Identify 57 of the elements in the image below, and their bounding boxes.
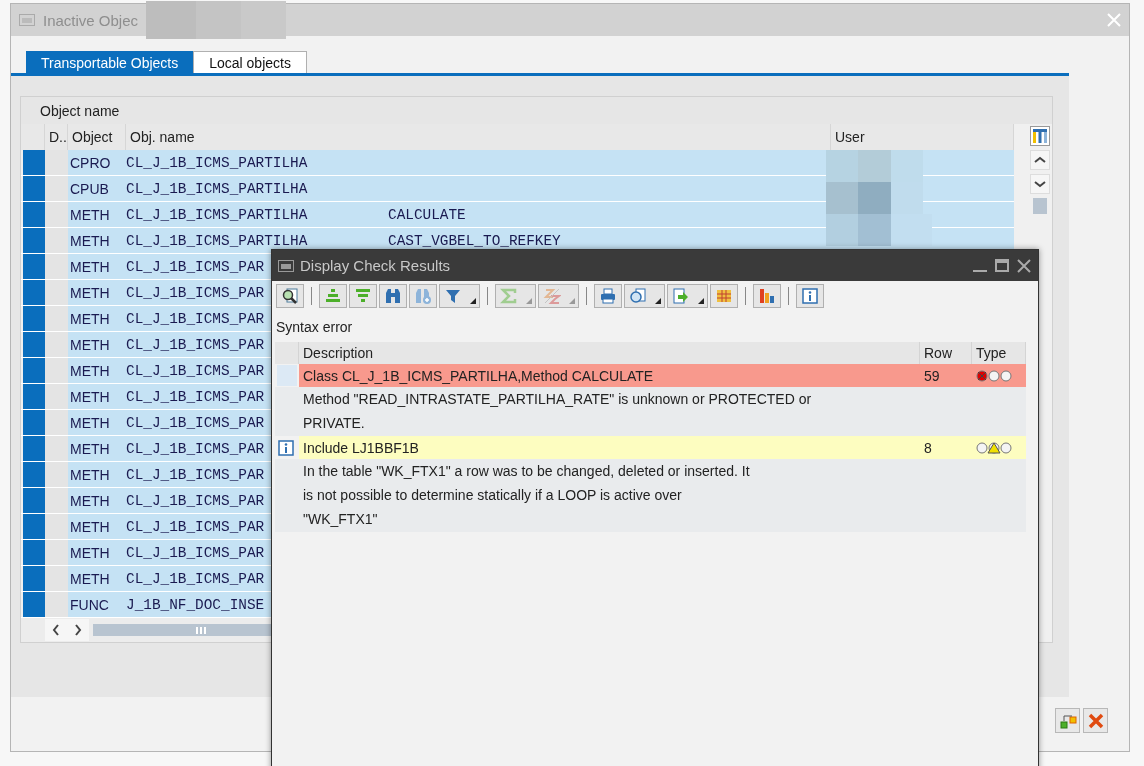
tab[interactable]: Transportable Objects bbox=[26, 51, 194, 73]
table-cell: CL_J_1B_ICMS_PAR bbox=[126, 544, 265, 561]
table-cell-text: METH bbox=[69, 362, 111, 379]
message-title: Include LJ1BBF1B bbox=[303, 439, 419, 456]
column-header[interactable]: Row bbox=[920, 342, 972, 364]
message-text: Method "READ_INTRASTATE_PARTILHA_RATE" is unknown or PROTECTED or PRIVATE. bbox=[302, 390, 812, 433]
table-cell-text: CL_J_1B_ICMS_PARTILHA bbox=[126, 206, 309, 223]
table-cell: 59 bbox=[924, 367, 940, 384]
column-header[interactable]: Object bbox=[68, 124, 126, 150]
table-cell: 8 bbox=[924, 439, 932, 456]
column-header[interactable]: D.. bbox=[45, 124, 68, 150]
table-cell: CL_J_1B_ICMS_PAR bbox=[126, 284, 265, 301]
table-cell: J_1B_NF_DOC_INSE bbox=[126, 596, 265, 613]
table-cell: CL_J_1B_ICMS_PAR bbox=[126, 466, 265, 483]
table-cell-text: METH bbox=[69, 570, 111, 587]
table-cell: CAST_VGBEL_TO_REFKEY bbox=[388, 232, 561, 249]
table-cell-text: CPUB bbox=[69, 180, 110, 197]
table-cell-text: METH bbox=[69, 466, 111, 483]
table-cell-text: METH bbox=[69, 310, 111, 327]
table-cell: CL_J_1B_ICMS_PAR bbox=[126, 310, 265, 327]
table-cell: CL_J_1B_ICMS_PAR bbox=[126, 336, 265, 353]
table-cell-text: CL_J_1B_ICMS_PARTILHA bbox=[126, 232, 309, 249]
message-title: Class CL_J_1B_ICMS_PARTILHA,Method CALCULATE bbox=[303, 367, 654, 384]
table-cell: CL_J_1B_ICMS_PAR bbox=[126, 440, 265, 457]
dialog-title: Display Check Results bbox=[300, 257, 452, 274]
table-cell: CL_J_1B_ICMS_PAR bbox=[126, 570, 265, 587]
table-cell: CL_J_1B_ICMS_PAR bbox=[126, 492, 265, 509]
table-cell: CL_J_1B_ICMS_PARTILHA bbox=[126, 154, 308, 171]
table-cell-text: METH bbox=[69, 232, 111, 249]
section-heading: Syntax error bbox=[276, 319, 353, 335]
table-cell: CALCULATE bbox=[388, 206, 466, 223]
table-cell-text: METH bbox=[69, 492, 111, 509]
message-text: In the table "WK_FTX1" a row was to be changed, deleted or inserted. It is not possible to determine statically if a LOOP is active over "WK_FTX1" bbox=[302, 462, 750, 529]
window-title: Inactive Objec bbox=[43, 11, 139, 29]
table-cell-text: METH bbox=[69, 388, 111, 405]
table-cell-text: METH bbox=[69, 440, 111, 457]
table-cell-text: METH bbox=[69, 518, 111, 535]
table-cell: CL_J_1B_ICMS_PAR bbox=[126, 518, 265, 535]
table-cell-text: METH bbox=[69, 414, 111, 431]
column-header[interactable]: User bbox=[831, 124, 1014, 150]
table-cell: CL_J_1B_ICMS_PAR bbox=[126, 362, 265, 379]
table-cell-text: CPRO bbox=[69, 154, 112, 171]
table-cell-text: METH bbox=[69, 336, 111, 353]
table-cell-text: METH bbox=[69, 544, 111, 561]
table-cell-text: METH bbox=[69, 284, 111, 301]
table-cell: CL_J_1B_ICMS_PAR bbox=[126, 258, 265, 275]
tab[interactable]: Local objects bbox=[193, 51, 307, 73]
table-cell-text: METH bbox=[69, 258, 111, 275]
column-header[interactable]: Type bbox=[972, 342, 1026, 364]
table-cell: CL_J_1B_ICMS_PAR bbox=[126, 388, 265, 405]
column-header[interactable]: Description bbox=[299, 342, 920, 364]
column-header[interactable]: Obj. name bbox=[126, 124, 831, 150]
table-cell-text: METH bbox=[69, 206, 111, 223]
table-cell-text: FUNC bbox=[69, 596, 110, 613]
table-cell: CL_J_1B_ICMS_PAR bbox=[126, 414, 265, 431]
table-cell: CL_J_1B_ICMS_PARTILHA bbox=[126, 180, 308, 197]
table-title: Object name bbox=[40, 102, 120, 119]
